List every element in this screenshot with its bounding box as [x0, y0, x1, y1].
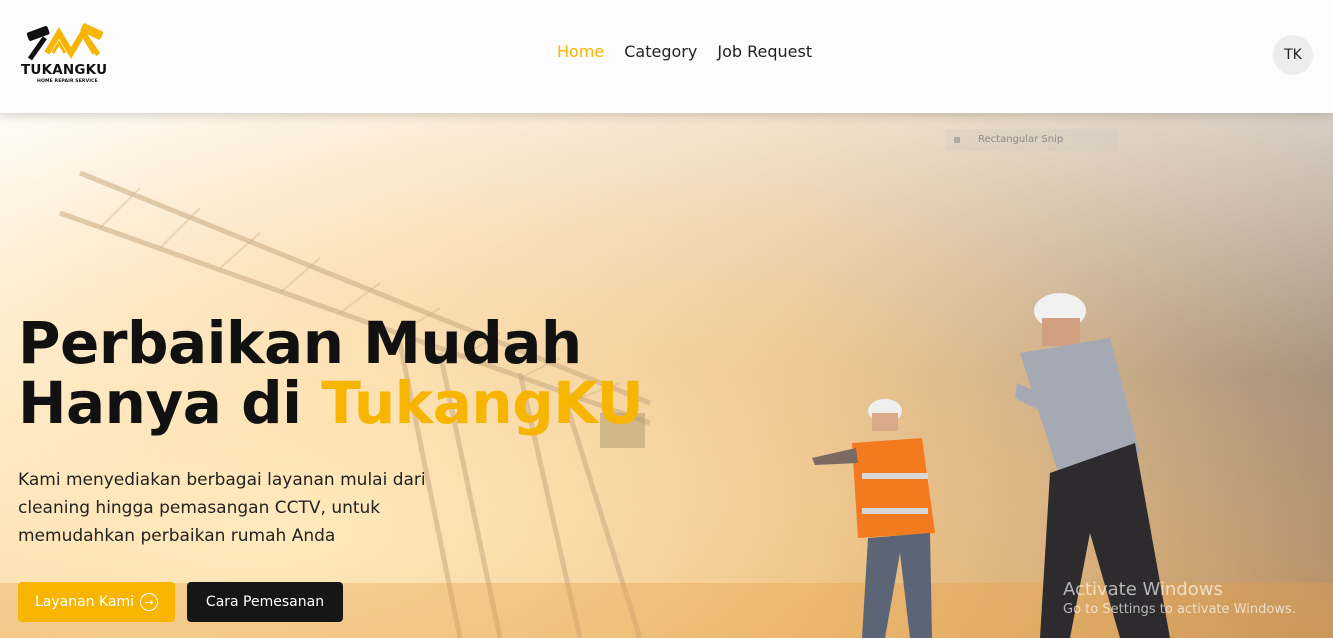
hero-title: Perbaikan Mudah Hanya di TukangKU: [18, 313, 644, 433]
activate-windows-watermark: Activate Windows Go to Settings to activ…: [1063, 579, 1296, 617]
nav-category[interactable]: Category: [624, 42, 697, 61]
brand-tagline: HOME REPAIR SERVICE: [37, 79, 98, 84]
hero-title-line1: Perbaikan Mudah: [18, 309, 582, 377]
snip-label: Rectangular Snip: [978, 134, 1064, 145]
activate-windows-subtitle: Go to Settings to activate Windows.: [1063, 602, 1296, 617]
main-nav: Home Category Job Request: [557, 42, 812, 61]
nav-job-request[interactable]: Job Request: [717, 42, 812, 61]
layanan-kami-label: Layanan Kami: [34, 594, 135, 610]
cara-pemesanan-button[interactable]: Cara Pemesanan: [187, 582, 343, 622]
brand-name: TUKANGKU: [21, 62, 108, 78]
snip-icon: [954, 137, 960, 143]
snip-overlay: Rectangular Snip: [946, 129, 1118, 151]
brand-logo[interactable]: TUKANGKU HOME REPAIR SERVICE: [19, 23, 111, 87]
nav-home[interactable]: Home: [557, 42, 604, 61]
activate-windows-title: Activate Windows: [1063, 579, 1223, 600]
hero-title-brand: TukangKU: [321, 369, 644, 437]
hero-title-line2-prefix: Hanya di: [18, 369, 322, 437]
navbar: TUKANGKU HOME REPAIR SERVICE Home Catego…: [0, 0, 1333, 113]
arrow-right-circle-icon: →: [140, 593, 159, 611]
user-avatar[interactable]: TK: [1273, 35, 1313, 75]
hero-description: Kami menyediakan berbagai layanan mulai …: [18, 470, 426, 546]
hero-section: Rectangular Snip Perbaikan Mudah Hanya d…: [0, 113, 1333, 638]
layanan-kami-button[interactable]: Layanan Kami →: [18, 582, 175, 622]
logo-hammer-icon: [26, 23, 104, 61]
